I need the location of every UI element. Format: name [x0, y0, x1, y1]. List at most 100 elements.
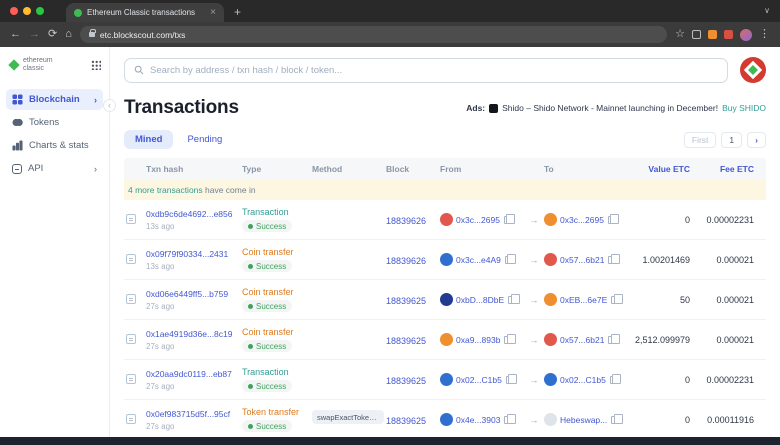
to-address-link[interactable]: 0xEB...6e7E	[560, 295, 607, 305]
home-icon[interactable]: ⌂	[65, 29, 72, 40]
txn-hash-link[interactable]: 0x1ae4919d36e...8c19	[146, 329, 240, 339]
bookmark-star-icon[interactable]: ☆	[675, 29, 685, 40]
method-badge: swapExactTokensF...	[312, 410, 384, 424]
transaction-doc-icon	[126, 414, 136, 424]
col-value-etc: Value ETC	[630, 164, 690, 174]
sidebar-item-charts-stats[interactable]: Charts & stats	[6, 135, 103, 156]
sidebar-item-blockchain[interactable]: Blockchain ›	[6, 89, 103, 110]
site-favicon-icon	[74, 9, 82, 17]
extensions-icon[interactable]	[692, 30, 701, 39]
to-address-link[interactable]: 0x57...6b21	[560, 255, 604, 265]
copy-icon[interactable]	[504, 416, 511, 424]
new-tab-button[interactable]: +	[234, 6, 241, 18]
tab-title: Ethereum Classic transactions	[87, 8, 205, 17]
from-address-link[interactable]: 0xa9...893b	[456, 335, 500, 345]
col-method: Method	[312, 164, 384, 174]
transaction-row: 0xdb9c6de4692...e856 13s ago Transaction…	[124, 200, 766, 240]
arrow-right-icon: →	[526, 415, 542, 425]
block-link[interactable]: 18839625	[386, 336, 426, 346]
status-badge: Success	[242, 300, 292, 312]
search-box	[124, 58, 728, 83]
sidebar-item-api[interactable]: API ›	[6, 158, 103, 179]
minimize-window-icon[interactable]	[23, 7, 31, 15]
chart-icon	[12, 140, 23, 151]
value-etc: 50	[630, 295, 690, 305]
from-address-link[interactable]: 0x3c...2695	[456, 215, 500, 225]
forward-icon[interactable]: →	[29, 29, 40, 40]
to-address-link[interactable]: 0x3c...2695	[560, 215, 604, 225]
to-address-link[interactable]: 0x57...6b21	[560, 335, 604, 345]
to-avatar	[544, 333, 557, 346]
transaction-doc-icon	[126, 334, 136, 344]
transaction-doc-icon	[126, 254, 136, 264]
block-link[interactable]: 18839625	[386, 416, 426, 426]
copy-icon[interactable]	[505, 256, 512, 264]
network-logo-text[interactable]: ethereum classic	[23, 57, 61, 73]
sidebar-item-tokens[interactable]: Tokens	[6, 112, 103, 133]
copy-icon[interactable]	[504, 216, 511, 224]
pagination-current-page[interactable]: 1	[721, 132, 742, 148]
arrow-right-icon: →	[526, 375, 542, 385]
status-dot-icon	[248, 384, 253, 389]
to-avatar	[544, 253, 557, 266]
block-link[interactable]: 18839626	[386, 256, 426, 266]
status-dot-icon	[248, 264, 253, 269]
block-link[interactable]: 18839625	[386, 376, 426, 386]
copy-icon[interactable]	[608, 336, 615, 344]
from-address-link[interactable]: 0xbD...8DbE	[456, 295, 504, 305]
pagination-next-button[interactable]: ›	[747, 132, 766, 148]
copy-icon[interactable]	[611, 296, 618, 304]
from-address-link[interactable]: 0x4e...3903	[456, 415, 500, 425]
from-address-link[interactable]: 0x3c...e4A9	[456, 255, 501, 265]
copy-icon[interactable]	[504, 336, 511, 344]
new-transactions-link[interactable]: 4 more transactions	[128, 185, 203, 195]
sidebar-collapse-button[interactable]: ‹	[103, 99, 116, 112]
to-address-link[interactable]: 0x02...C1b5	[560, 375, 606, 385]
txn-hash-link[interactable]: 0xd06e6449ff5...b759	[146, 289, 240, 299]
tab-pending[interactable]: Pending	[187, 134, 222, 145]
window-controls	[10, 7, 44, 15]
block-link[interactable]: 18839626	[386, 216, 426, 226]
extension-orange-icon[interactable]	[708, 30, 717, 39]
network-switcher-grid-icon[interactable]	[91, 60, 101, 70]
value-etc: 1.00201469	[630, 255, 690, 265]
col-txn-hash: Txn hash	[146, 164, 240, 174]
search-icon	[134, 65, 144, 75]
txn-type-label: Transaction	[242, 367, 310, 377]
tab-mined[interactable]: Mined	[124, 130, 173, 149]
browser-menu-icon[interactable]: ⋮	[759, 29, 770, 40]
from-avatar	[440, 333, 453, 346]
copy-icon[interactable]	[508, 296, 515, 304]
close-window-icon[interactable]	[10, 7, 18, 15]
coin-icon	[12, 117, 23, 128]
maximize-window-icon[interactable]	[36, 7, 44, 15]
reload-icon[interactable]: ⟳	[48, 29, 57, 40]
txn-hash-link[interactable]: 0x09f79f90334...2431	[146, 249, 240, 259]
pagination-first-button[interactable]: First	[684, 132, 717, 148]
from-address-link[interactable]: 0x02...C1b5	[456, 375, 502, 385]
value-etc: 0	[630, 215, 690, 225]
address-bar[interactable]: etc.blockscout.com/txs	[80, 26, 667, 43]
tab-search-chevron-icon[interactable]: ∨	[764, 6, 770, 15]
chevron-right-icon: ›	[94, 164, 97, 174]
browser-tab[interactable]: Ethereum Classic transactions ×	[66, 3, 224, 22]
tab-close-icon[interactable]: ×	[210, 8, 216, 18]
ads-buy-shido-link[interactable]: Buy SHIDO	[722, 103, 766, 113]
txn-hash-link[interactable]: 0x20aa9dc0119...eb87	[146, 369, 240, 379]
copy-icon[interactable]	[506, 376, 513, 384]
copy-icon[interactable]	[610, 376, 617, 384]
browser-profile-avatar[interactable]	[740, 29, 752, 41]
txn-hash-link[interactable]: 0xdb9c6de4692...e856	[146, 209, 240, 219]
to-address-link[interactable]: Hebeswap...	[560, 415, 607, 425]
block-link[interactable]: 18839625	[386, 296, 426, 306]
copy-icon[interactable]	[608, 216, 615, 224]
url-text: etc.blockscout.com/txs	[100, 30, 186, 40]
search-input[interactable]	[150, 65, 718, 76]
etc-network-logo[interactable]	[740, 57, 766, 83]
extension-red-icon[interactable]	[724, 30, 733, 39]
col-to: To	[544, 164, 628, 174]
txn-hash-link[interactable]: 0x0ef983715d5f...95cf	[146, 409, 240, 419]
copy-icon[interactable]	[611, 416, 618, 424]
copy-icon[interactable]	[608, 256, 615, 264]
back-icon[interactable]: ←	[10, 29, 21, 40]
